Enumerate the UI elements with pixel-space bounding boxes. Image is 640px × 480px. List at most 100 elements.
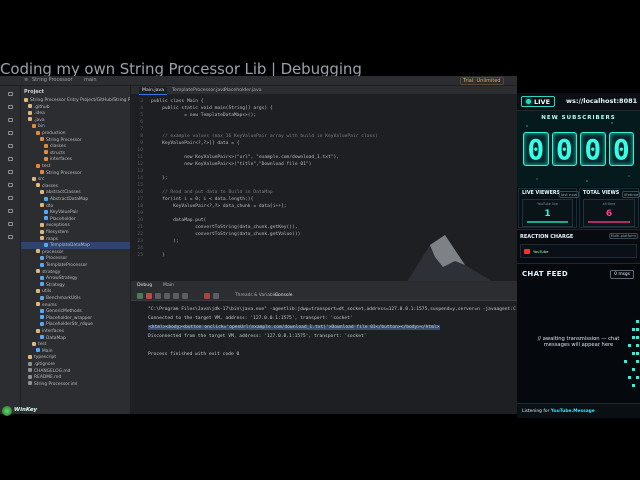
tool-window-icon[interactable] bbox=[4, 170, 17, 179]
file-icon bbox=[36, 183, 40, 188]
tab-placeholder[interactable]: Placeholder.java bbox=[221, 87, 265, 94]
project-tree-label: typescript bbox=[34, 355, 57, 361]
chat-message-count: 0 msgs bbox=[610, 270, 634, 279]
file-icon bbox=[28, 104, 32, 109]
file-icon bbox=[40, 222, 44, 227]
tool-window-icon[interactable] bbox=[4, 196, 17, 205]
debug-panel: Debug Main Threads & Variables Console "… bbox=[131, 281, 530, 414]
file-icon bbox=[44, 196, 48, 201]
project-tree-label: Placeholder_wrapper bbox=[46, 315, 93, 321]
tool-window-icon[interactable] bbox=[4, 183, 17, 192]
tool-window-icon[interactable] bbox=[4, 118, 17, 127]
tool-window-icon[interactable] bbox=[4, 105, 17, 114]
new-subscribers-label: NEW SUBSCRIBERS bbox=[541, 115, 616, 121]
project-tree-label: README.md bbox=[34, 375, 62, 381]
letterbox-top bbox=[0, 0, 640, 60]
ide-title-bar: ≡ String Processor main Trial: Unlimited bbox=[0, 76, 517, 86]
file-icon bbox=[40, 321, 44, 326]
reaction-charge-pill: Multi-platform bbox=[608, 233, 638, 239]
code-line: } bbox=[151, 253, 165, 258]
live-viewers-title: LIVE VIEWERS bbox=[522, 191, 560, 196]
tab-threads-variables[interactable]: Threads & Variables bbox=[235, 293, 279, 298]
hamburger-menu-icon[interactable]: ≡ bbox=[24, 77, 28, 83]
branch-switcher[interactable]: main bbox=[84, 77, 97, 83]
trial-badge[interactable]: Trial: Unlimited bbox=[460, 77, 504, 85]
console-line: <html><body><button onclick='openUrl(exa… bbox=[148, 325, 441, 330]
code-line: ); bbox=[151, 239, 179, 244]
project-tree-item[interactable]: String Processor.iml bbox=[21, 381, 130, 388]
file-icon bbox=[36, 249, 40, 254]
step-into-icon[interactable] bbox=[164, 293, 170, 299]
tool-window-icon[interactable] bbox=[4, 131, 17, 140]
youtube-icon bbox=[524, 249, 530, 254]
project-tree-label: String Processor Entry Project/GitHub/St… bbox=[30, 98, 131, 103]
stream-overlay-panel: LIVE ws://localhost:8081 NEW SUBSCRIBERS… bbox=[517, 93, 640, 419]
project-tree-label: production bbox=[42, 131, 66, 136]
total-views-value: 6 bbox=[605, 209, 613, 219]
file-icon bbox=[28, 374, 32, 379]
tool-window-icon[interactable] bbox=[4, 92, 17, 101]
file-icon bbox=[32, 176, 36, 181]
file-icon bbox=[28, 361, 32, 366]
project-tree-label: CHANGELOG.md bbox=[34, 368, 71, 374]
file-icon bbox=[40, 203, 44, 208]
tab-debug-main[interactable]: Main bbox=[163, 283, 174, 288]
live-viewers-card: LIVE VIEWERS last now YouTube live 1 bbox=[518, 188, 579, 228]
reaction-charge-panel: REACTION CHARGE Multi-platform YouTube bbox=[517, 229, 640, 263]
reaction-source: YouTube bbox=[533, 249, 549, 254]
tool-window-strip bbox=[0, 86, 21, 414]
total-views-pill: lifetime bbox=[622, 191, 640, 198]
file-icon bbox=[40, 282, 44, 287]
reaction-charge-row: YouTube bbox=[520, 244, 637, 258]
project-tree-label: Main bbox=[42, 348, 53, 354]
code-line: convertToString(data_chunk.getValue()) bbox=[151, 232, 301, 237]
line-number: 6 bbox=[140, 120, 143, 125]
project-tree-label: .gitignore bbox=[34, 362, 56, 367]
tab-console[interactable]: Console bbox=[275, 293, 292, 298]
step-over-icon[interactable] bbox=[155, 293, 161, 299]
resume-icon[interactable] bbox=[137, 293, 143, 299]
file-icon bbox=[40, 335, 44, 340]
line-number: 11 bbox=[137, 155, 143, 160]
pause-icon[interactable] bbox=[182, 293, 188, 299]
line-number: 22 bbox=[137, 232, 143, 237]
tab-main-java[interactable]: Main.java bbox=[139, 87, 168, 95]
project-switcher[interactable]: String Processor bbox=[32, 77, 73, 83]
live-bar: LIVE ws://localhost:8081 bbox=[517, 93, 640, 111]
line-number: 12 bbox=[137, 162, 143, 167]
project-tree-label: utils bbox=[42, 289, 52, 295]
code-line: public static void main(String[] args) { bbox=[151, 106, 273, 111]
live-viewers-caption: YouTube live bbox=[537, 202, 558, 206]
line-number: 5 bbox=[140, 113, 143, 118]
tab-template-processor[interactable]: TemplateProcessor.java bbox=[169, 87, 229, 94]
tool-window-icon[interactable] bbox=[4, 222, 17, 231]
file-icon bbox=[40, 229, 44, 234]
live-viewers-pill: last now bbox=[559, 191, 579, 198]
total-views-card: TOTAL VIEWS lifetime all time 6 bbox=[579, 188, 640, 228]
tool-window-icon[interactable] bbox=[4, 235, 17, 244]
step-out-icon[interactable] bbox=[173, 293, 179, 299]
file-icon bbox=[44, 209, 48, 214]
project-tree-label: DataMap bbox=[46, 335, 66, 341]
pixel-wave-decoration bbox=[624, 320, 639, 387]
code-line: new KeyValuePair<>("title","Download fil… bbox=[151, 162, 312, 167]
stop-icon[interactable] bbox=[146, 293, 152, 299]
project-tree-label: test bbox=[42, 164, 51, 169]
tool-window-icon[interactable] bbox=[4, 157, 17, 166]
counter-digit: 0 bbox=[523, 132, 549, 166]
file-icon bbox=[24, 97, 28, 102]
mute-breakpoints-icon[interactable] bbox=[213, 293, 219, 299]
counter-digit: 0 bbox=[580, 132, 606, 166]
tool-window-icon[interactable] bbox=[4, 144, 17, 153]
tab-debug[interactable]: Debug bbox=[137, 283, 152, 288]
line-number: 19 bbox=[137, 211, 143, 216]
viewer-stats: LIVE VIEWERS last now YouTube live 1 TOT… bbox=[517, 187, 640, 229]
line-number: 8 bbox=[140, 134, 143, 139]
line-number: 3 bbox=[140, 99, 143, 104]
project-tree-label: abstractClasses bbox=[46, 190, 81, 196]
counter-digit: 0 bbox=[608, 132, 634, 166]
project-tree-label: dto bbox=[46, 203, 54, 209]
tool-window-icon[interactable] bbox=[4, 209, 17, 218]
breakpoints-icon[interactable] bbox=[204, 293, 210, 299]
line-number: 18 bbox=[137, 204, 143, 209]
